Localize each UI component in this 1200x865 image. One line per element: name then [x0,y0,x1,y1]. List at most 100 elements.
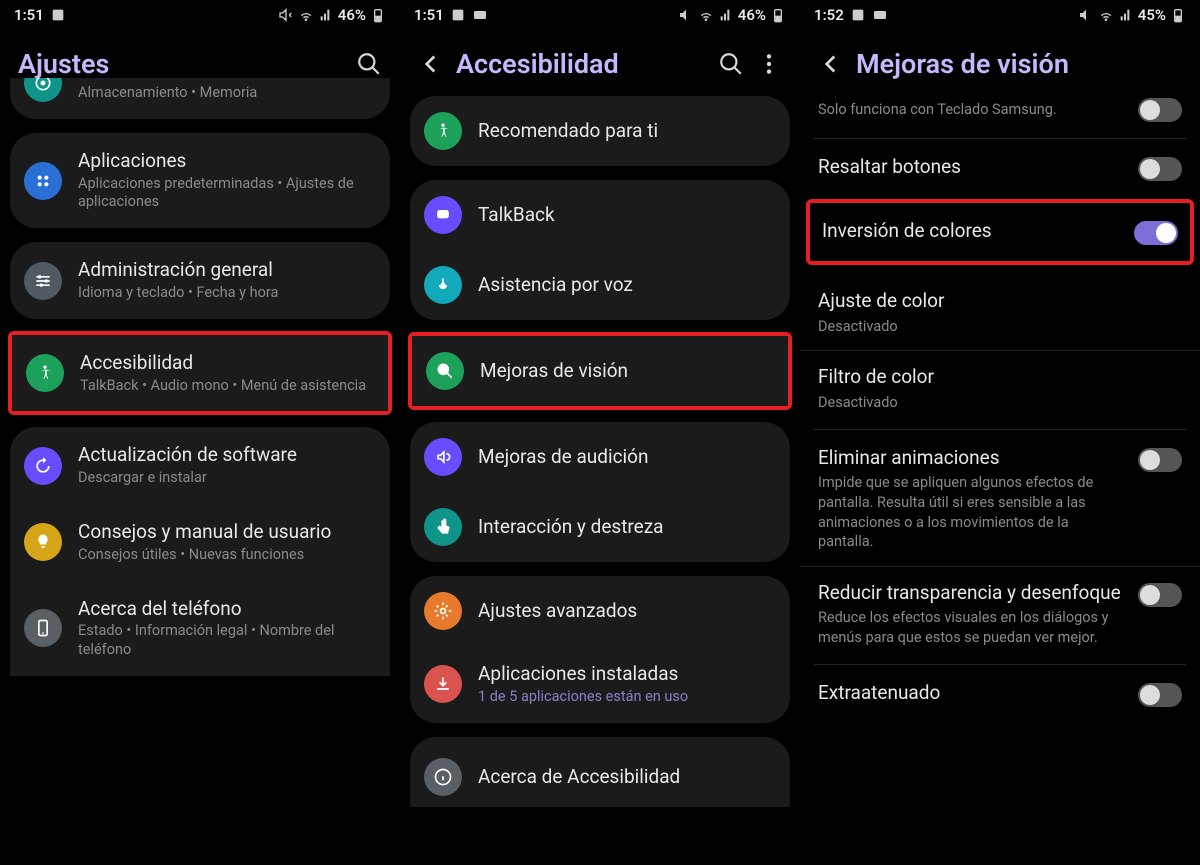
row-subtitle: Reduce los efectos visuales en los diálo… [818,608,1126,647]
settings-group: Almacenamiento • Memoria [10,78,390,119]
screen-accessibility: 1:51 46% Accesibilidad Recomendado para … [400,0,800,865]
screenshot-icon [872,7,888,23]
settings-row-update[interactable]: Actualización de software Descargar e in… [10,427,390,504]
row-hearing[interactable]: Mejoras de audición [410,422,790,492]
wifi-icon [1098,7,1114,23]
row-dexterity[interactable]: Interacción y destreza [410,492,790,562]
battery-icon [370,7,386,23]
signal-icon [718,7,734,23]
vision-row-reduce-transparency[interactable]: Reducir transparencia y desenfoque Reduc… [800,566,1200,662]
vision-row-remove-animations[interactable]: Eliminar animaciones Impide que se apliq… [800,432,1200,566]
battery-icon [770,7,786,23]
bulb-icon [24,523,62,561]
settings-row-tips[interactable]: Consejos y manual de usuario Consejos út… [10,504,390,581]
row-title: Eliminar animaciones [818,446,1126,470]
row-title: Accesibilidad [80,351,374,375]
a11y-group: Recomendado para ti [410,96,790,166]
row-about-a11y[interactable]: Acerca de Accesibilidad [410,737,790,807]
notification-icon [450,7,466,23]
wifi-icon [298,7,314,23]
toggle[interactable] [1138,448,1182,472]
accessibility-icon [424,112,462,150]
row-title: Acerca del teléfono [78,597,376,621]
row-subtitle: Consejos útiles • Nuevas funciones [78,546,376,565]
notification-icon [50,7,66,23]
toggle[interactable] [1134,221,1178,245]
settings-row-storage[interactable]: Almacenamiento • Memoria [10,78,390,119]
search-icon[interactable] [718,51,744,77]
settings-group: Administración general Idioma y teclado … [10,242,390,319]
zoom-icon [426,352,464,390]
row-vision[interactable]: Mejoras de visión [412,336,788,406]
vision-row-color-adjust[interactable]: Ajuste de color Desactivado [800,275,1200,350]
screen-vision: 1:52 45% Mejoras de visión Solo funciona… [800,0,1200,865]
settings-row-apps[interactable]: Aplicaciones Aplicaciones predeterminada… [10,133,390,228]
back-icon[interactable] [418,51,444,77]
status-battery: 45% [1138,6,1166,24]
vision-row-keyboard-note[interactable]: Solo funciona con Teclado Samsung. [800,96,1200,136]
status-time: 1:52 [814,6,844,24]
vision-row-color-inversion[interactable]: Inversión de colores [810,203,1190,261]
vision-row-extra-dim[interactable]: Extraatenuado [800,667,1200,721]
row-title: Aplicaciones instaladas [478,662,776,686]
vision-list: Solo funciona con Teclado Samsung. Resal… [800,96,1200,721]
status-bar: 1:51 46% [0,0,400,28]
sliders-icon [24,262,62,300]
page-title: Mejoras de visión [856,48,1182,80]
status-time: 1:51 [14,6,44,24]
toggle[interactable] [1138,157,1182,181]
row-title: Administración general [78,258,376,282]
highlight-accessibility: Accesibilidad TalkBack • Audio mono • Me… [8,331,392,416]
accessibility-icon [26,354,64,392]
toggle[interactable] [1138,583,1182,607]
row-subtitle: Desactivado [818,393,1182,413]
apps-icon [24,162,62,200]
touch-icon [424,508,462,546]
row-voice[interactable]: Asistencia por voz [410,250,790,320]
separator [814,664,1186,665]
status-time: 1:51 [414,6,444,24]
mute-icon [678,7,694,23]
a11y-group: Mejoras de visión [412,336,788,406]
accessibility-list: Recomendado para ti TalkBack Asistencia … [400,96,800,807]
storage-icon [24,78,62,102]
settings-row-accessibility[interactable]: Accesibilidad TalkBack • Audio mono • Me… [12,335,388,412]
separator [814,429,1186,430]
row-title: Mejoras de visión [480,359,774,383]
a11y-group: Ajustes avanzados Aplicaciones instalada… [410,576,790,723]
gear-icon [424,592,462,630]
page-header: Accesibilidad [400,28,800,96]
row-subtitle: Almacenamiento • Memoria [78,84,376,103]
back-icon[interactable] [818,51,844,77]
row-installed-apps[interactable]: Aplicaciones instaladas 1 de 5 aplicacio… [410,646,790,723]
row-subtitle: Descargar e instalar [78,469,376,488]
screenshot-icon [472,7,488,23]
notification-icon [850,7,866,23]
wifi-icon [698,7,714,23]
row-recommended[interactable]: Recomendado para ti [410,96,790,166]
phone-icon [24,609,62,647]
battery-icon [1170,7,1186,23]
settings-group: Actualización de software Descargar e in… [10,427,390,676]
row-title: Acerca de Accesibilidad [478,765,776,789]
vision-row-color-filter[interactable]: Filtro de color Desactivado [800,350,1200,426]
settings-row-about[interactable]: Acerca del teléfono Estado • Información… [10,581,390,676]
talkback-icon [424,196,462,234]
settings-group: Aplicaciones Aplicaciones predeterminada… [10,133,390,228]
row-talkback[interactable]: TalkBack [410,180,790,250]
vision-row-highlight-buttons[interactable]: Resaltar botones [800,141,1200,195]
row-title: Asistencia por voz [478,273,776,297]
row-advanced[interactable]: Ajustes avanzados [410,576,790,646]
settings-group: Accesibilidad TalkBack • Audio mono • Me… [12,335,388,412]
row-subtitle: TalkBack • Audio mono • Menú de asistenc… [80,377,374,396]
row-subtitle: Impide que se apliquen algunos efectos d… [818,473,1126,551]
mute-icon [1078,7,1094,23]
more-icon[interactable] [756,51,782,77]
toggle[interactable] [1138,683,1182,707]
settings-row-general[interactable]: Administración general Idioma y teclado … [10,242,390,319]
hearing-icon [424,438,462,476]
toggle[interactable] [1138,98,1182,122]
signal-icon [318,7,334,23]
row-title: Inversión de colores [822,219,1122,243]
search-icon[interactable] [356,51,382,77]
